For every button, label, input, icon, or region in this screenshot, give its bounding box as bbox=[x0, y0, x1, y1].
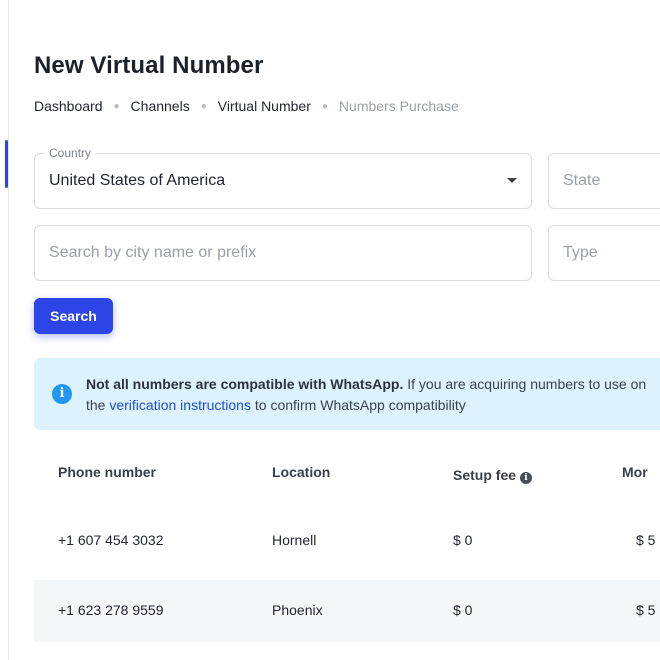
state-select[interactable]: State bbox=[548, 153, 660, 209]
cell-phone: +1 607 454 3032 bbox=[58, 532, 164, 548]
page-title: New Virtual Number bbox=[34, 52, 264, 79]
breadcrumb: Dashboard ● Channels ● Virtual Number ● … bbox=[34, 98, 459, 114]
cell-location: Hornell bbox=[272, 532, 317, 548]
header-setup-fee[interactable]: Setup fee i bbox=[453, 467, 533, 484]
state-placeholder: State bbox=[563, 172, 601, 189]
cell-setup-fee: $ 0 bbox=[453, 602, 473, 618]
cell-setup-fee: $ 0 bbox=[453, 532, 473, 548]
alert-text-1: If you are acquiring numbers to use on bbox=[403, 376, 647, 392]
info-icon[interactable]: i bbox=[520, 472, 533, 484]
city-search-placeholder: Search by city name or prefix bbox=[49, 244, 257, 261]
country-select[interactable]: Country United States of America bbox=[34, 146, 532, 209]
chevron-down-icon bbox=[507, 178, 517, 183]
breadcrumb-virtual-number[interactable]: Virtual Number bbox=[218, 98, 311, 114]
whatsapp-compatibility-alert: i Not all numbers are compatible with Wh… bbox=[34, 358, 660, 430]
country-label: Country bbox=[45, 146, 96, 160]
breadcrumb-separator: ● bbox=[321, 100, 328, 112]
city-search-input[interactable]: Search by city name or prefix bbox=[34, 225, 532, 281]
breadcrumb-channels[interactable]: Channels bbox=[131, 98, 190, 114]
verification-instructions-link[interactable]: verification instructions bbox=[109, 397, 251, 413]
type-select[interactable]: Type bbox=[548, 225, 660, 281]
breadcrumb-dashboard[interactable]: Dashboard bbox=[34, 98, 103, 114]
header-phone-number[interactable]: Phone number bbox=[58, 464, 156, 480]
sidebar-active-indicator bbox=[5, 140, 8, 188]
alert-bold-text: Not all numbers are compatible with What… bbox=[86, 376, 404, 392]
table-row[interactable]: +1 607 454 3032 Hornell $ 0 $ 5 bbox=[34, 510, 660, 572]
cell-location: Phoenix bbox=[272, 602, 323, 618]
header-monthly[interactable]: Mor bbox=[622, 464, 648, 480]
cell-monthly: $ 5 bbox=[636, 532, 656, 548]
header-setup-fee-label: Setup fee bbox=[453, 467, 517, 483]
country-value: United States of America bbox=[49, 172, 226, 189]
alert-text-2: the bbox=[86, 397, 110, 413]
sidebar-divider bbox=[8, 0, 9, 660]
cell-monthly: $ 5 bbox=[636, 602, 656, 618]
breadcrumb-separator: ● bbox=[200, 100, 207, 112]
table-header: Phone number Location Setup fee i Mor bbox=[34, 450, 660, 500]
alert-text-3: to confirm WhatsApp compatibility bbox=[250, 397, 466, 413]
breadcrumb-numbers-purchase: Numbers Purchase bbox=[338, 98, 459, 114]
cell-phone: +1 623 278 9559 bbox=[58, 602, 164, 618]
header-location[interactable]: Location bbox=[272, 464, 330, 480]
search-button[interactable]: Search bbox=[34, 298, 113, 334]
table-row[interactable]: +1 623 278 9559 Phoenix $ 0 $ 5 bbox=[34, 580, 660, 642]
type-placeholder: Type bbox=[563, 244, 598, 261]
alert-message: Not all numbers are compatible with What… bbox=[86, 374, 660, 416]
breadcrumb-separator: ● bbox=[113, 100, 120, 112]
info-icon: i bbox=[52, 384, 72, 404]
